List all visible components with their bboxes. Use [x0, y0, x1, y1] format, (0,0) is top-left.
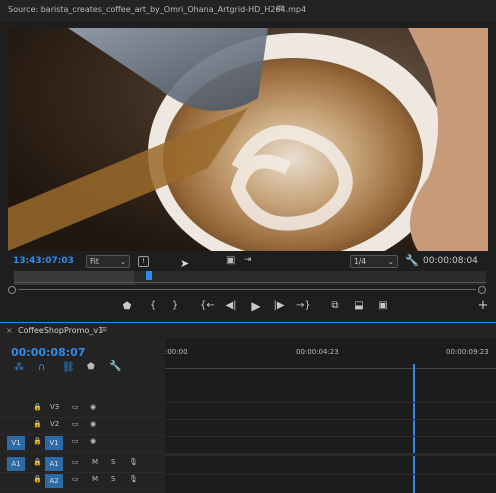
resolution-dropdown[interactable]: 1/4 ⌄ [350, 255, 398, 268]
track-divider [165, 402, 496, 403]
close-tab-icon[interactable]: × [6, 326, 13, 335]
source-ruler[interactable] [14, 271, 486, 285]
insert-icon[interactable]: ⧉ [328, 300, 342, 311]
timeline-settings-wrench-icon[interactable]: 🔧 [109, 361, 121, 372]
lock-icon[interactable]: 🔒 [33, 458, 42, 466]
video-image [8, 28, 488, 251]
ruler-label: 00:00:04:23 [296, 348, 339, 356]
microphone-icon[interactable]: 🎙 [129, 475, 138, 483]
zoom-bar[interactable] [18, 289, 476, 290]
go-to-out-icon[interactable]: →} [296, 300, 311, 311]
current-timecode[interactable]: 13:43:07:03 [13, 256, 74, 266]
duration-timecode: 00:00:08:04 [423, 256, 478, 266]
sequence-timecode[interactable]: 00:00:08:07 [11, 346, 85, 359]
panel-menu-icon[interactable]: ≡ [276, 3, 284, 14]
track-divider [165, 419, 496, 420]
source-title: Source: barista_creates_coffee_art_by_Om… [8, 5, 307, 14]
lock-icon[interactable]: 🔒 [33, 420, 42, 428]
export-frame-button-icon[interactable]: ▣ [376, 300, 390, 311]
video-frame[interactable] [8, 28, 488, 251]
insert-overwrite-icon[interactable]: ⇥ [244, 255, 252, 265]
track-divider [165, 436, 496, 437]
mute-button[interactable]: M [92, 475, 98, 483]
sync-lock-icon[interactable]: ▭ [72, 475, 79, 483]
fit-dropdown[interactable]: Fit ⌄ [86, 255, 130, 268]
ruler-label: :00:00 [165, 348, 188, 356]
export-frame-icon[interactable]: ▣ [226, 255, 235, 266]
track-row-a2[interactable]: 🔒 A2 ▭ M S 🎙 [0, 473, 165, 490]
eye-icon[interactable]: ◉ [90, 437, 96, 445]
eye-icon[interactable]: ◉ [90, 420, 96, 428]
add-marker-icon[interactable]: ⬟ [120, 301, 134, 312]
fit-value: Fit [90, 257, 99, 266]
timeline-tab-bar: × CoffeeShopPromo_v1 ≡ [0, 322, 496, 339]
track-name: V3 [50, 403, 60, 411]
timeline-area[interactable]: :00:00 00:00:04:23 00:00:09:23 [165, 338, 496, 493]
lock-icon[interactable]: 🔒 [33, 437, 42, 445]
microphone-icon[interactable]: 🎙 [129, 458, 138, 466]
track-row-v2[interactable]: 🔒 V2 ▭ ◉ [0, 418, 165, 435]
timeline-menu-icon[interactable]: ≡ [100, 325, 108, 335]
mark-out-icon[interactable]: } [168, 300, 182, 311]
source-patch-v1[interactable]: V1 [7, 436, 25, 450]
track-name[interactable]: A2 [45, 474, 63, 488]
step-back-icon[interactable]: ◀| [224, 300, 238, 311]
chevron-down-icon: ⌄ [119, 257, 126, 266]
zoom-handle-left[interactable] [8, 286, 16, 294]
linked-selection-icon[interactable]: ⛓ [62, 362, 75, 373]
solo-button[interactable]: S [111, 458, 115, 466]
settings-toggle-icon[interactable]: ! [138, 256, 149, 267]
track-name[interactable]: V1 [45, 436, 63, 450]
source-patch-a1[interactable]: A1 [7, 457, 25, 471]
sync-lock-icon[interactable]: ▭ [72, 458, 79, 466]
wrench-icon[interactable]: 🔧 [405, 254, 419, 267]
solo-button[interactable]: S [111, 475, 115, 483]
track-name[interactable]: A1 [45, 457, 63, 471]
add-marker-timeline-icon[interactable]: ⬟ [87, 362, 95, 372]
track-row-a1[interactable]: A1 🔒 A1 ▭ M S 🎙 [0, 456, 165, 473]
monitor-controls: 13:43:07:03 Fit ⌄ ! ➤ ▣ ⇥ 1/4 ⌄ 🔧 00:00:… [0, 251, 496, 271]
lock-icon[interactable]: 🔒 [33, 403, 42, 411]
chevron-down-icon: ⌄ [387, 257, 394, 266]
mute-button[interactable]: M [92, 458, 98, 466]
overwrite-icon[interactable]: ⬓ [352, 300, 366, 311]
sync-lock-icon[interactable]: ▭ [72, 420, 79, 428]
add-button-icon[interactable]: + [476, 298, 490, 313]
track-divider [165, 474, 496, 475]
resolution-value: 1/4 [354, 257, 367, 266]
av-divider [165, 453, 496, 456]
track-headers: 00:00:08:07 ⁂ ∩ ⛓ ⬟ 🔧 🔒 V3 ▭ ◉ 🔒 V2 ▭ ◉ … [0, 338, 165, 493]
play-icon[interactable]: ▶ [249, 299, 263, 313]
sync-lock-icon[interactable]: ▭ [72, 403, 79, 411]
eye-icon[interactable]: ◉ [90, 403, 96, 411]
ruler-baseline [14, 282, 486, 283]
mark-in-icon[interactable]: { [146, 300, 160, 311]
track-row-v1[interactable]: V1 🔒 V1 ▭ ◉ [0, 435, 165, 452]
step-forward-icon[interactable]: |▶ [272, 300, 286, 311]
sync-lock-icon[interactable]: ▭ [72, 437, 79, 445]
source-playhead[interactable] [146, 271, 153, 280]
ruler-label: 00:00:09:23 [446, 348, 489, 356]
track-name: V2 [50, 420, 60, 428]
transport-controls: ⬟ { } {← ◀| ▶ |▶ →} ⧉ ⬓ ▣ + [0, 296, 496, 318]
snap-magnet-icon[interactable]: ∩ [38, 362, 45, 373]
lock-icon[interactable]: 🔒 [33, 475, 42, 483]
zoom-handle-right[interactable] [478, 286, 486, 294]
go-to-in-icon[interactable]: {← [200, 300, 215, 311]
track-row-v3[interactable]: 🔒 V3 ▭ ◉ [0, 401, 165, 418]
mouse-cursor-icon: ➤ [180, 257, 190, 270]
source-monitor-header: Source: barista_creates_coffee_art_by_Om… [0, 0, 496, 22]
ruler-baseline [165, 368, 496, 369]
nest-toggle-icon[interactable]: ⁂ [14, 362, 24, 373]
timeline-tab[interactable]: CoffeeShopPromo_v1 [18, 326, 103, 335]
